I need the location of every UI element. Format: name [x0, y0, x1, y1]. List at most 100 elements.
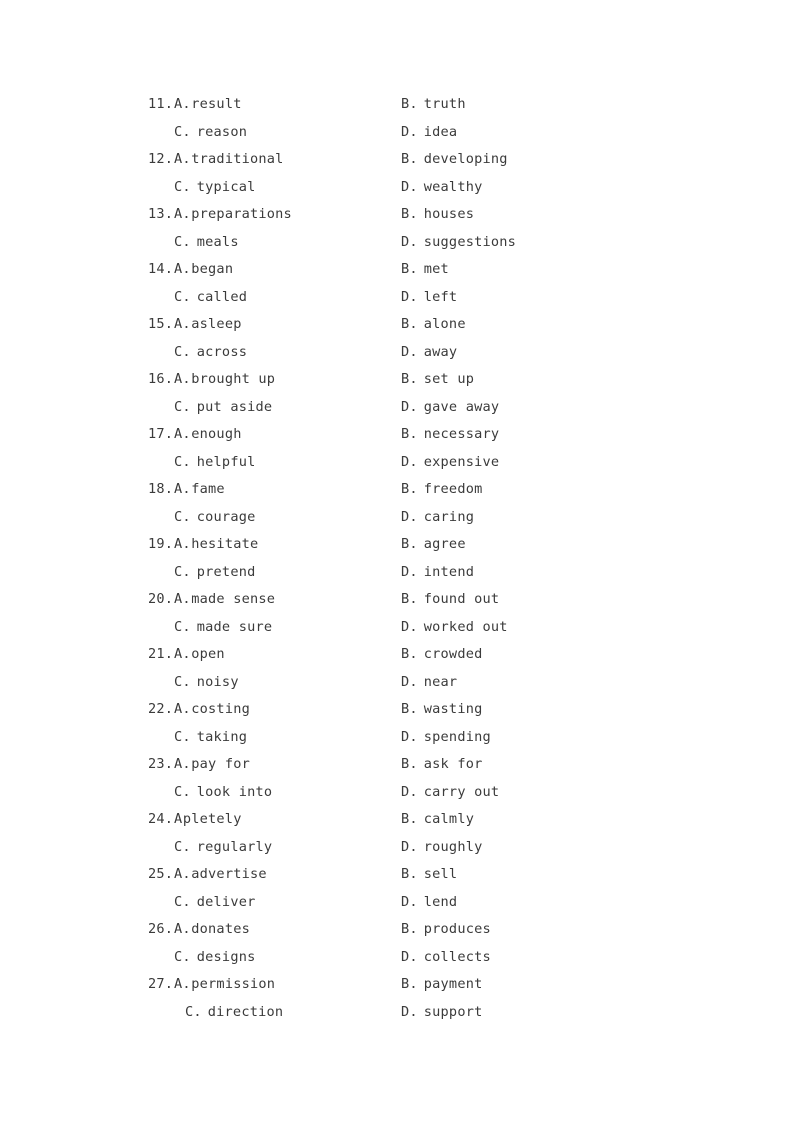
option-letter[interactable]: A. [174, 974, 191, 994]
option-letter[interactable]: C. [174, 122, 191, 142]
option-letter[interactable]: B. [401, 534, 418, 554]
option-letter[interactable]: D. [401, 122, 418, 142]
option-text[interactable]: result [191, 94, 241, 114]
option-text[interactable]: direction [208, 1002, 283, 1022]
option-letter[interactable]: D. [401, 892, 418, 912]
option-letter[interactable]: D. [401, 342, 418, 362]
option-letter[interactable]: A. [174, 369, 191, 389]
option-letter[interactable]: D. [401, 837, 418, 857]
option-text[interactable]: worked out [424, 617, 508, 637]
option-letter[interactable]: C. [174, 232, 191, 252]
option-text[interactable]: asleep [191, 314, 241, 334]
option-text[interactable]: noisy [197, 672, 239, 692]
option-letter[interactable]: B. [401, 369, 418, 389]
option-text[interactable]: left [424, 287, 458, 307]
option-text[interactable]: meals [197, 232, 239, 252]
option-text[interactable]: intend [424, 562, 474, 582]
option-letter[interactable]: D. [401, 672, 418, 692]
option-letter[interactable]: B. [401, 94, 418, 114]
option-text[interactable]: traditional [191, 149, 283, 169]
option-letter[interactable]: B. [401, 809, 418, 829]
option-letter[interactable]: B. [401, 864, 418, 884]
option-letter[interactable]: A. [174, 314, 191, 334]
option-text[interactable]: agree [424, 534, 466, 554]
option-text[interactable]: support [424, 1002, 483, 1022]
option-letter[interactable]: C. [174, 617, 191, 637]
option-text[interactable]: near [424, 672, 458, 692]
option-letter[interactable]: C. [174, 782, 191, 802]
option-letter[interactable]: A. [174, 644, 191, 664]
option-text[interactable]: fame [191, 479, 225, 499]
option-text[interactable]: made sure [197, 617, 272, 637]
option-letter[interactable]: A. [174, 149, 191, 169]
option-text[interactable]: payment [424, 974, 483, 994]
option-letter[interactable]: C. [174, 672, 191, 692]
option-letter[interactable]: D. [401, 782, 418, 802]
option-text[interactable]: spending [424, 727, 491, 747]
option-text[interactable]: lend [424, 892, 458, 912]
option-letter[interactable]: C. [174, 452, 191, 472]
option-text[interactable]: enough [191, 424, 241, 444]
option-text[interactable]: collects [424, 947, 491, 967]
option-text[interactable]: set up [424, 369, 474, 389]
option-text[interactable]: taking [197, 727, 247, 747]
option-letter[interactable]: A. [174, 919, 191, 939]
option-letter[interactable]: A. [174, 699, 191, 719]
option-letter[interactable]: B. [401, 259, 418, 279]
option-text[interactable]: necessary [424, 424, 499, 444]
option-text[interactable]: crowded [424, 644, 483, 664]
option-text[interactable]: produces [424, 919, 491, 939]
option-letter[interactable]: D. [401, 947, 418, 967]
option-text[interactable]: suggestions [424, 232, 516, 252]
option-text[interactable]: helpful [197, 452, 256, 472]
option-text[interactable]: idea [424, 122, 458, 142]
option-letter[interactable]: A [174, 809, 182, 829]
option-letter[interactable]: A. [174, 424, 191, 444]
option-letter[interactable]: A. [174, 94, 191, 114]
option-text[interactable]: wasting [424, 699, 483, 719]
option-letter[interactable]: A. [174, 534, 191, 554]
option-text[interactable]: reason [197, 122, 247, 142]
option-text[interactable]: costing [191, 699, 250, 719]
option-text[interactable]: ask for [424, 754, 483, 774]
option-text[interactable]: calmly [424, 809, 474, 829]
option-text[interactable]: houses [424, 204, 474, 224]
option-text[interactable]: called [197, 287, 247, 307]
option-letter[interactable]: D. [401, 507, 418, 527]
option-letter[interactable]: B. [401, 699, 418, 719]
option-text[interactable]: designs [197, 947, 256, 967]
option-letter[interactable]: C. [174, 562, 191, 582]
option-text[interactable]: wealthy [424, 177, 483, 197]
option-text[interactable]: pretend [197, 562, 256, 582]
option-letter[interactable]: B. [401, 149, 418, 169]
option-text[interactable]: freedom [424, 479, 483, 499]
option-text[interactable]: pay for [191, 754, 250, 774]
option-text[interactable]: began [191, 259, 233, 279]
option-letter[interactable]: D. [401, 177, 418, 197]
option-letter[interactable]: A. [174, 754, 191, 774]
option-text[interactable]: courage [197, 507, 256, 527]
option-letter[interactable]: D. [401, 1002, 418, 1022]
option-letter[interactable]: C. [174, 727, 191, 747]
option-letter[interactable]: D. [401, 562, 418, 582]
option-text[interactable]: look into [197, 782, 272, 802]
option-text[interactable]: sell [424, 864, 458, 884]
option-letter[interactable]: D. [401, 397, 418, 417]
option-letter[interactable]: D. [401, 727, 418, 747]
option-text[interactable]: across [197, 342, 247, 362]
option-letter[interactable]: D. [401, 232, 418, 252]
option-letter[interactable]: A. [174, 589, 191, 609]
option-text[interactable]: donates [191, 919, 250, 939]
option-letter[interactable]: B. [401, 974, 418, 994]
option-text[interactable]: developing [424, 149, 508, 169]
option-text[interactable]: open [191, 644, 225, 664]
option-letter[interactable]: A. [174, 479, 191, 499]
option-letter[interactable]: C. [174, 837, 191, 857]
option-text[interactable]: regularly [197, 837, 272, 857]
option-text[interactable]: expensive [424, 452, 499, 472]
option-letter[interactable]: B. [401, 314, 418, 334]
option-letter[interactable]: B. [401, 754, 418, 774]
option-letter[interactable]: B. [401, 204, 418, 224]
option-text[interactable]: caring [424, 507, 474, 527]
option-text[interactable]: met [424, 259, 449, 279]
